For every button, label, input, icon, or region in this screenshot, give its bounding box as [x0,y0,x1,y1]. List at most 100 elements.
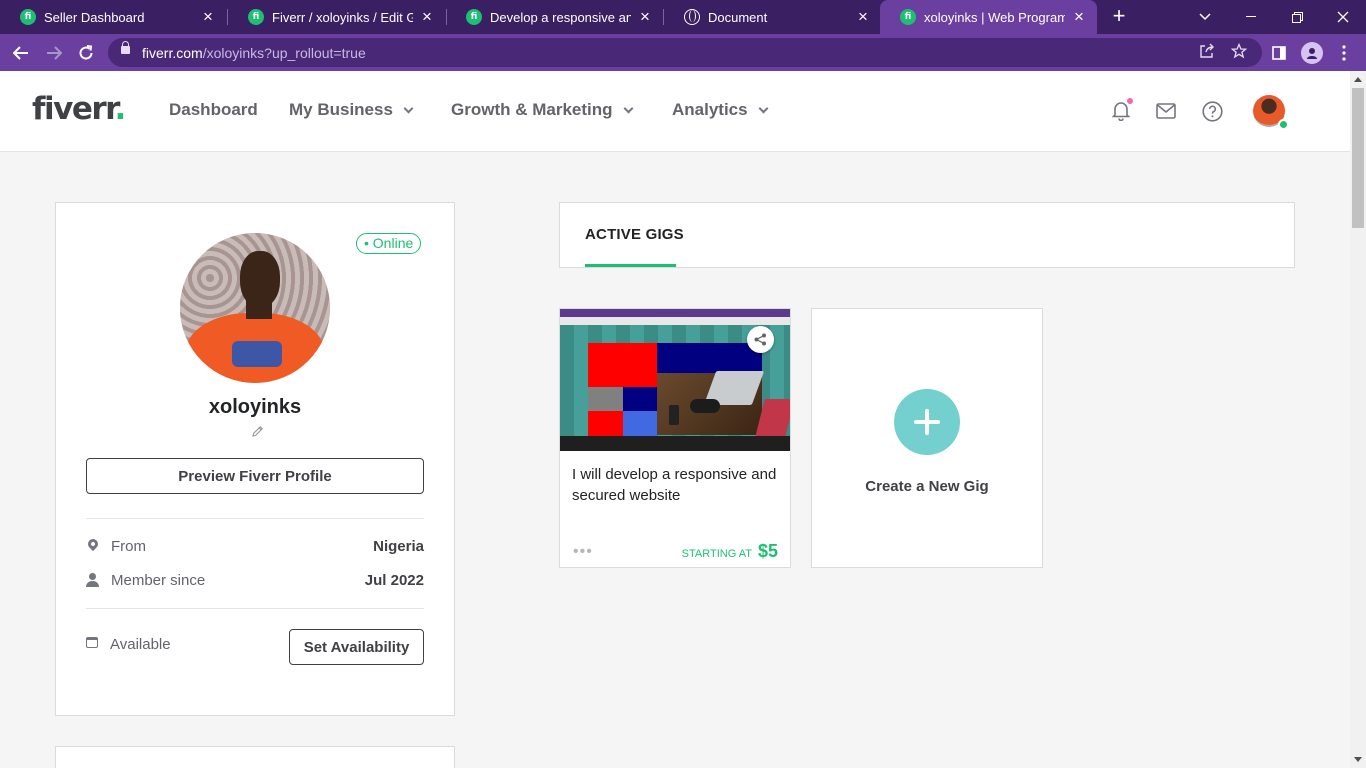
address-bar[interactable]: fiverr.com/xoloyinks?up_rollout=true [108,38,1262,67]
help-icon[interactable] [1200,99,1224,123]
from-value: Nigeria [373,538,424,555]
browser-tab-document[interactable]: Document × [664,0,881,34]
online-status-dot [1278,119,1289,130]
info-row-member-since: Member since Jul 2022 [86,571,424,591]
tab-title: Fiverr / xoloyinks / Edit Gig [272,9,413,25]
tab-title: Seller Dashboard [44,9,145,25]
browser-tab-strip: fi Seller Dashboard × fi Fiverr / xoloyi… [0,0,1366,34]
browser-tab-edit-gig[interactable]: fi Fiverr / xoloyinks / Edit Gig × [228,0,445,34]
fiverr-icon: fi [466,9,482,25]
create-new-gig-card[interactable]: Create a New Gig [811,308,1043,568]
profile-card: • Online xoloyinks Preview Fiverr Profil… [55,202,455,716]
share-icon[interactable] [747,326,774,353]
url-text[interactable]: fiverr.com/xoloyinks?up_rollout=true [142,45,366,61]
price-amount: $5 [757,541,778,561]
fiverr-icon: fi [900,9,916,25]
browser-toolbar: fiverr.com/xoloyinks?up_rollout=true [0,34,1366,71]
nav-label: Dashboard [169,100,258,119]
nav-my-business[interactable]: My Business [289,100,414,120]
user-icon [86,573,100,587]
tab-search-button[interactable] [1182,0,1228,34]
bell-icon[interactable] [1109,98,1133,123]
create-new-gig-label[interactable]: Create a New Gig [812,478,1042,495]
close-icon[interactable]: × [419,8,435,25]
minimize-button[interactable] [1228,0,1274,34]
tab-active-gigs[interactable]: ACTIVE GIGS [585,226,684,243]
side-panel-icon[interactable] [1268,42,1290,64]
browser-tab-develop-responsive[interactable]: fi Develop a responsive and se × [446,0,663,34]
restore-button[interactable] [1274,0,1320,34]
tab-title: Document [708,9,768,25]
lock-icon [121,41,130,54]
close-icon[interactable]: × [855,8,871,25]
set-availability-button[interactable]: Set Availability [289,629,424,665]
close-icon [1337,11,1349,23]
preview-profile-button[interactable]: Preview Fiverr Profile [86,458,424,494]
fiverr-icon: fi [248,9,264,25]
divider [86,518,424,519]
url-path: /xoloyinks?up_rollout=true [202,45,366,61]
chevron-down-icon [403,103,414,113]
globe-icon [684,9,700,25]
info-row-from: From Nigeria [85,536,424,557]
close-icon[interactable]: × [637,8,653,25]
active-tab-indicator [585,264,676,267]
page-scrollbar[interactable] [1350,71,1366,768]
arrow-left-icon [13,46,28,60]
forward-button[interactable] [41,40,67,66]
online-status-badge: • Online [356,233,422,254]
chevron-down-icon [758,103,769,113]
kebab-menu-icon[interactable] [1333,42,1355,64]
gig-card[interactable]: I will develop a responsive and secured … [559,308,791,568]
tab-title: xoloyinks | Web Programmin [924,9,1065,25]
close-icon[interactable]: × [200,8,216,25]
nav-growth-marketing[interactable]: Growth & Marketing [451,100,633,120]
more-options-icon[interactable]: ••• [573,544,593,560]
notification-dot [1127,98,1133,104]
logo-dot: . [114,91,127,127]
pencil-edit-icon[interactable] [250,425,264,439]
envelope-icon[interactable] [1154,99,1178,123]
nav-dashboard[interactable]: Dashboard [169,100,258,120]
gig-thumbnail-image[interactable] [560,309,790,451]
calendar-icon [86,637,98,648]
nav-label: Growth & Marketing [451,100,613,119]
window-close-button[interactable] [1320,0,1366,34]
browser-tab-seller-dashboard[interactable]: fi Seller Dashboard × [0,0,226,34]
divider [86,608,424,609]
close-icon[interactable]: × [1071,8,1087,25]
member-since-value: Jul 2022 [364,572,424,589]
user-avatar[interactable] [1253,95,1289,130]
tab-title: Develop a responsive and se [490,9,631,25]
availability-label: Available [110,636,171,653]
location-pin-icon [85,536,101,553]
browser-profile-icon[interactable] [1301,42,1323,64]
member-since-label: Member since [111,572,206,589]
profile-username: xoloyinks [208,396,302,418]
arrow-right-icon [47,46,62,60]
scrollbar-thumb[interactable] [1352,88,1364,228]
starting-at-label: STARTING AT [681,548,752,560]
url-host: fiverr.com [142,45,203,61]
profile-avatar[interactable] [180,233,330,383]
gig-price: STARTING AT $5 [682,541,778,562]
gigs-tab-bar: ACTIVE GIGS [559,202,1295,268]
logo-text: fiverr [32,91,116,127]
chevron-down-icon [1199,13,1211,21]
browser-tab-active-profile[interactable]: fi xoloyinks | Web Programmin × [880,0,1097,34]
minimize-icon [1246,16,1256,17]
nav-label: Analytics [672,100,748,119]
gig-title[interactable]: I will develop a responsive and secured … [572,464,782,506]
scroll-down-arrow-icon[interactable] [1354,757,1362,762]
scroll-up-arrow-icon[interactable] [1354,77,1362,82]
chevron-down-icon [623,103,633,113]
back-button[interactable] [8,40,34,66]
new-tab-button[interactable]: + [1108,5,1130,28]
share-page-icon[interactable] [1197,43,1217,63]
plus-icon[interactable] [894,389,960,455]
reload-button[interactable] [73,40,99,66]
star-bookmark-icon[interactable] [1229,42,1249,63]
nav-analytics[interactable]: Analytics [672,100,769,120]
profile-secondary-card [55,746,455,768]
fiverr-logo[interactable]: fiverr. [32,91,127,127]
